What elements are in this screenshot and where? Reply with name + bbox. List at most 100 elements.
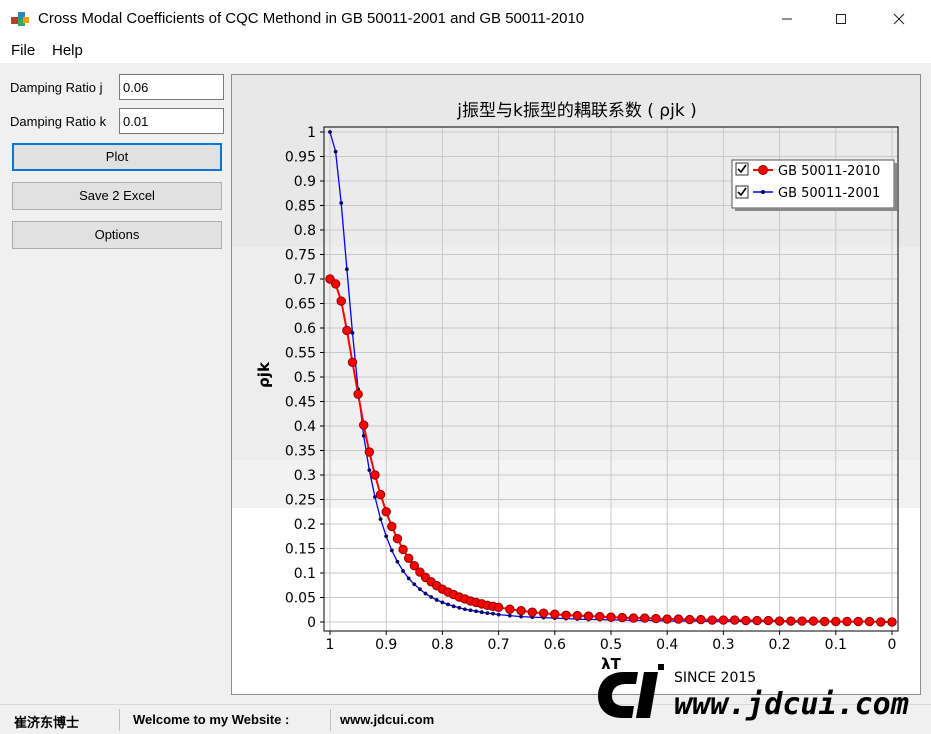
data-point-2001 xyxy=(491,611,495,616)
menu-file[interactable]: File xyxy=(9,42,37,59)
data-point-2001 xyxy=(384,534,389,539)
plot-button[interactable]: Plot xyxy=(12,143,222,171)
data-point-2010 xyxy=(797,616,807,626)
close-icon xyxy=(893,13,905,25)
data-point-2010 xyxy=(381,507,391,517)
y-tick-label: 0.3 xyxy=(294,468,316,484)
legend-checkbox-2010[interactable] xyxy=(735,162,749,176)
damping-ratio-j-input[interactable] xyxy=(119,74,224,100)
data-point-2001 xyxy=(367,468,372,472)
data-point-2010 xyxy=(595,611,605,622)
data-point-2001 xyxy=(378,517,383,521)
damping-ratio-k-input[interactable] xyxy=(119,108,224,134)
y-tick-label: 0.7 xyxy=(294,272,316,288)
title-bar: Cross Modal Coefficients of CQC Methond … xyxy=(0,0,931,38)
data-point-2001 xyxy=(389,548,394,553)
data-point-2001 xyxy=(457,605,462,610)
y-tick-label: 0.8 xyxy=(294,223,316,239)
y-tick-label: 0.65 xyxy=(285,297,316,313)
data-point-2010 xyxy=(853,616,863,627)
minimize-icon xyxy=(782,18,792,20)
y-tick-label: 0.25 xyxy=(285,493,316,509)
minimize-button[interactable] xyxy=(764,0,810,38)
data-point-2001 xyxy=(462,607,467,612)
menu-help[interactable]: Help xyxy=(50,42,85,59)
data-point-2001 xyxy=(412,582,417,587)
data-point-2010 xyxy=(617,612,627,623)
chart-title: j振型与k振型的耦联系数 ( ρjk ) xyxy=(456,101,696,121)
data-point-2010 xyxy=(606,612,616,622)
data-point-2001 xyxy=(423,591,428,596)
data-point-2010 xyxy=(684,614,695,625)
data-point-2010 xyxy=(353,389,363,399)
data-point-2010 xyxy=(375,489,386,500)
data-point-2010 xyxy=(347,357,358,367)
maximize-button[interactable] xyxy=(818,0,864,38)
legend-label-2001: GB 50011-2001 xyxy=(778,186,880,201)
data-point-2010 xyxy=(628,613,639,623)
data-point-2010 xyxy=(718,615,729,625)
y-tick-label: 0.4 xyxy=(294,419,316,435)
data-point-2001 xyxy=(451,604,456,609)
status-welcome: Welcome to my Website : xyxy=(133,712,290,727)
x-tick-label: 0.9 xyxy=(375,637,397,653)
data-point-2001 xyxy=(485,611,490,616)
app-icon xyxy=(11,12,29,26)
data-point-2010 xyxy=(640,613,650,623)
data-point-2001 xyxy=(328,130,332,134)
menu-bar: File Help xyxy=(0,38,931,64)
data-point-2001 xyxy=(440,600,445,605)
data-point-2010 xyxy=(831,616,841,627)
data-point-2001 xyxy=(434,598,439,602)
y-tick-label: 0.5 xyxy=(294,370,316,386)
x-tick-label: 1 xyxy=(326,637,335,653)
data-point-2001 xyxy=(344,267,349,272)
data-point-2010 xyxy=(651,613,661,624)
save-excel-button[interactable]: Save 2 Excel xyxy=(12,182,222,210)
y-tick-label: 0.6 xyxy=(294,321,316,337)
data-point-2010 xyxy=(516,606,526,616)
y-tick-label: 0.35 xyxy=(285,444,316,460)
data-point-2010 xyxy=(729,615,740,625)
status-website-link[interactable]: www.jdcui.com xyxy=(340,712,434,727)
y-axis-label: ρjk xyxy=(255,361,273,388)
status-author: 崔济东博士 xyxy=(14,715,80,730)
data-point-2010 xyxy=(493,602,504,612)
data-point-2010 xyxy=(763,615,774,626)
data-point-2001 xyxy=(429,595,434,599)
data-point-2010 xyxy=(819,616,830,627)
data-point-2001 xyxy=(479,610,484,615)
data-point-2001 xyxy=(446,602,450,607)
data-point-2010 xyxy=(696,614,706,625)
data-point-2010 xyxy=(342,325,352,336)
watermark-since: SINCE 2015 xyxy=(674,670,756,686)
x-tick-label: 0.6 xyxy=(544,637,566,653)
data-point-2010 xyxy=(876,617,886,627)
data-point-2010 xyxy=(527,607,538,617)
data-point-2010 xyxy=(403,553,414,563)
x-tick-label: 0.2 xyxy=(768,637,790,653)
data-point-2001 xyxy=(339,201,344,205)
data-point-2001 xyxy=(333,149,338,154)
y-tick-label: 0.75 xyxy=(285,248,316,264)
data-point-2001 xyxy=(406,576,411,581)
watermark-site: www.jdcui.com xyxy=(674,687,909,722)
legend-label-2010: GB 50011-2010 xyxy=(778,164,880,179)
data-point-2010 xyxy=(330,279,341,289)
close-button[interactable] xyxy=(876,0,922,38)
data-point-2001 xyxy=(474,609,479,614)
data-point-2001 xyxy=(468,608,473,613)
data-point-2001 xyxy=(395,559,400,564)
y-tick-label: 0.15 xyxy=(285,542,316,558)
x-tick-label: 0.5 xyxy=(600,637,622,653)
data-point-2010 xyxy=(864,616,875,627)
data-point-2010 xyxy=(336,296,346,306)
data-point-2010 xyxy=(842,616,852,627)
data-point-2010 xyxy=(550,609,560,619)
x-tick-label: 0.3 xyxy=(712,637,734,653)
legend-checkbox-2001[interactable] xyxy=(735,185,749,199)
coupling-coefficient-chart: 0 0.05 0.1 0.15 0.2 0.25 0.3 0.35 0.4 0.45 0.5 0.55… xyxy=(232,75,920,694)
options-button[interactable]: Options xyxy=(12,221,222,249)
x-tick-label: 0 xyxy=(888,637,897,653)
y-tick-label: 0.9 xyxy=(294,174,316,190)
